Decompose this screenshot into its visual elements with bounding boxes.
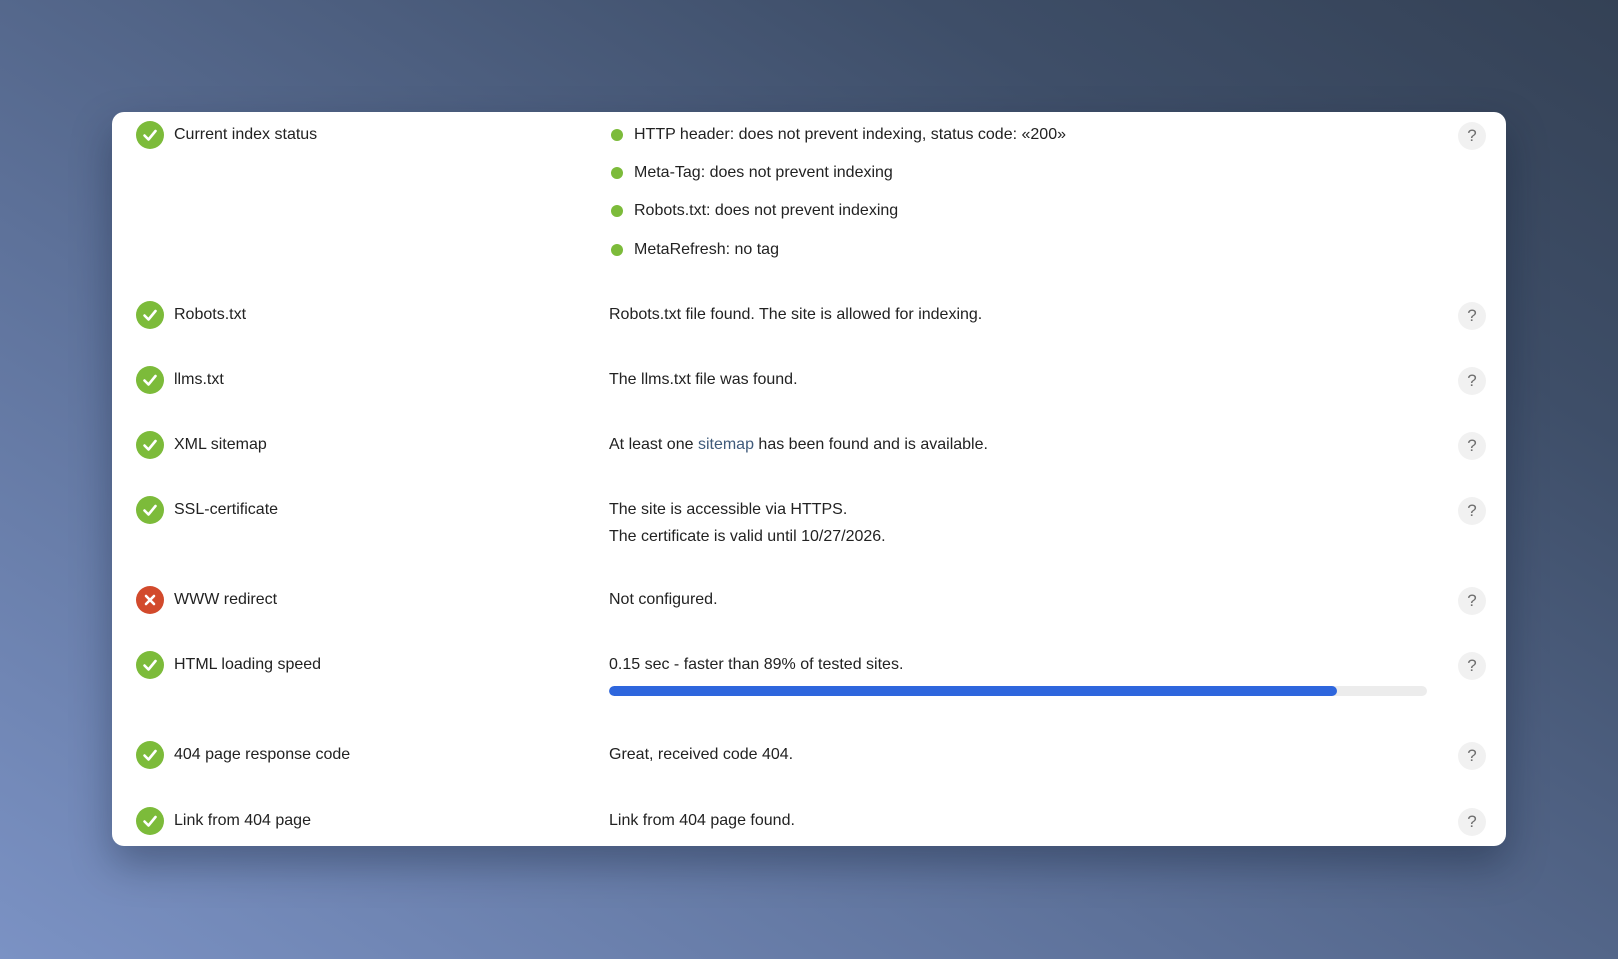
row-robots-txt: Robots.txt Robots.txt file found. The si… <box>112 292 1506 357</box>
row-label: Link from 404 page <box>174 812 311 829</box>
row-llms-txt: llms.txt The llms.txt file was found. ? <box>112 357 1506 422</box>
row-link-from-404: Link from 404 page Link from 404 page fo… <box>112 798 1506 846</box>
row-404-response-code: 404 page response code Great, received c… <box>112 732 1506 798</box>
row-description: The llms.txt file was found. <box>609 371 798 388</box>
row-description: The site is accessible via HTTPS. The ce… <box>609 500 886 545</box>
row-description: Not configured. <box>609 591 718 608</box>
help-button[interactable]: ? <box>1458 587 1486 615</box>
check-circle-icon <box>136 496 164 524</box>
row-description: Great, received code 404. <box>609 746 794 763</box>
check-circle-icon <box>136 651 164 679</box>
help-button[interactable]: ? <box>1458 122 1486 150</box>
row-description: Robots.txt file found. The site is allow… <box>609 306 983 323</box>
question-icon: ? <box>1467 306 1477 325</box>
question-icon: ? <box>1467 501 1477 520</box>
green-dot-icon <box>611 167 623 179</box>
help-button[interactable]: ? <box>1458 432 1486 460</box>
row-description: 0.15 sec - faster than 89% of tested sit… <box>609 656 904 673</box>
help-button[interactable]: ? <box>1458 367 1486 395</box>
question-icon: ? <box>1467 126 1477 145</box>
row-xml-sitemap: XML sitemap At least one sitemap has bee… <box>112 422 1506 487</box>
row-description: At least one sitemap has been found and … <box>609 435 988 455</box>
green-dot-icon <box>611 129 623 141</box>
ssl-https-text: The site is accessible via HTTPS. <box>609 501 848 518</box>
row-ssl-certificate: SSL-certificate The site is accessible v… <box>112 487 1506 577</box>
question-icon: ? <box>1467 591 1477 610</box>
help-button[interactable]: ? <box>1458 808 1486 836</box>
question-icon: ? <box>1467 436 1477 455</box>
question-icon: ? <box>1467 812 1477 831</box>
bullet-text: HTTP header: does not prevent indexing, … <box>634 126 1066 143</box>
row-label: SSL-certificate <box>174 501 279 518</box>
description-text: has been found and is available. <box>753 436 988 453</box>
row-html-loading-speed: HTML loading speed 0.15 sec - faster tha… <box>112 642 1506 732</box>
bullet-text: MetaRefresh: no tag <box>634 241 779 258</box>
help-button[interactable]: ? <box>1458 497 1486 525</box>
question-icon: ? <box>1467 656 1477 675</box>
question-icon: ? <box>1467 746 1477 765</box>
row-label: Robots.txt <box>174 306 247 323</box>
check-circle-icon <box>136 366 164 394</box>
help-button[interactable]: ? <box>1458 302 1486 330</box>
seo-audit-panel: Current index status HTTP header: does n… <box>112 112 1506 846</box>
row-www-redirect: WWW redirect Not configured. ? <box>112 577 1506 642</box>
check-circle-icon <box>136 807 164 835</box>
green-dot-icon <box>611 205 623 217</box>
row-label: 404 page response code <box>174 746 351 763</box>
help-button[interactable]: ? <box>1458 742 1486 770</box>
check-circle-icon <box>136 301 164 329</box>
row-label: llms.txt <box>174 371 224 388</box>
loading-speed-progress-bar <box>609 686 1427 696</box>
row-label: XML sitemap <box>174 436 267 453</box>
bullet-text: Meta-Tag: does not prevent indexing <box>634 164 893 181</box>
progress-fill <box>609 686 1338 696</box>
row-label: Current index status <box>174 126 318 143</box>
check-circle-icon <box>136 121 164 149</box>
row-label: HTML loading speed <box>174 656 322 673</box>
ssl-valid-until-text: The certificate is valid until 10/27/202… <box>609 528 886 545</box>
help-button[interactable]: ? <box>1458 652 1486 680</box>
check-circle-icon <box>136 741 164 769</box>
bullet-text: Robots.txt: does not prevent indexing <box>634 202 899 219</box>
sitemap-link[interactable]: sitemap <box>698 436 754 453</box>
question-icon: ? <box>1467 371 1477 390</box>
x-circle-icon <box>136 586 164 614</box>
description-text: At least one <box>609 436 698 453</box>
check-circle-icon <box>136 431 164 459</box>
row-description: Link from 404 page found. <box>609 812 795 829</box>
row-label: WWW redirect <box>174 591 278 608</box>
green-dot-icon <box>611 244 623 256</box>
row-current-index-status: Current index status HTTP header: does n… <box>112 112 1506 292</box>
